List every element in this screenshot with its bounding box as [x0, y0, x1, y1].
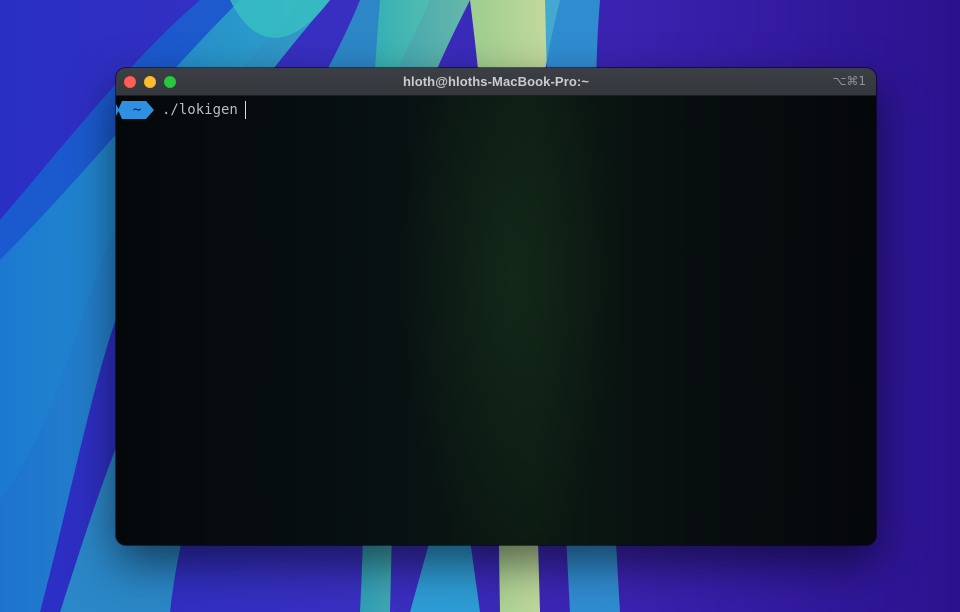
terminal-window[interactable]: hloth@hloths-MacBook-Pro:~ ⌥⌘1 ~ ./lokig…	[116, 68, 876, 545]
window-shortcut-label: ⌥⌘1	[832, 74, 866, 88]
text-cursor	[245, 101, 246, 119]
window-title: hloth@hloths-MacBook-Pro:~	[402, 74, 590, 89]
prompt-directory: ~	[132, 102, 142, 118]
window-titlebar[interactable]: hloth@hloths-MacBook-Pro:~ ⌥⌘1	[116, 68, 876, 96]
terminal-content[interactable]: ~ ./lokigen	[116, 96, 876, 545]
command-input[interactable]: ./lokigen	[162, 101, 238, 119]
